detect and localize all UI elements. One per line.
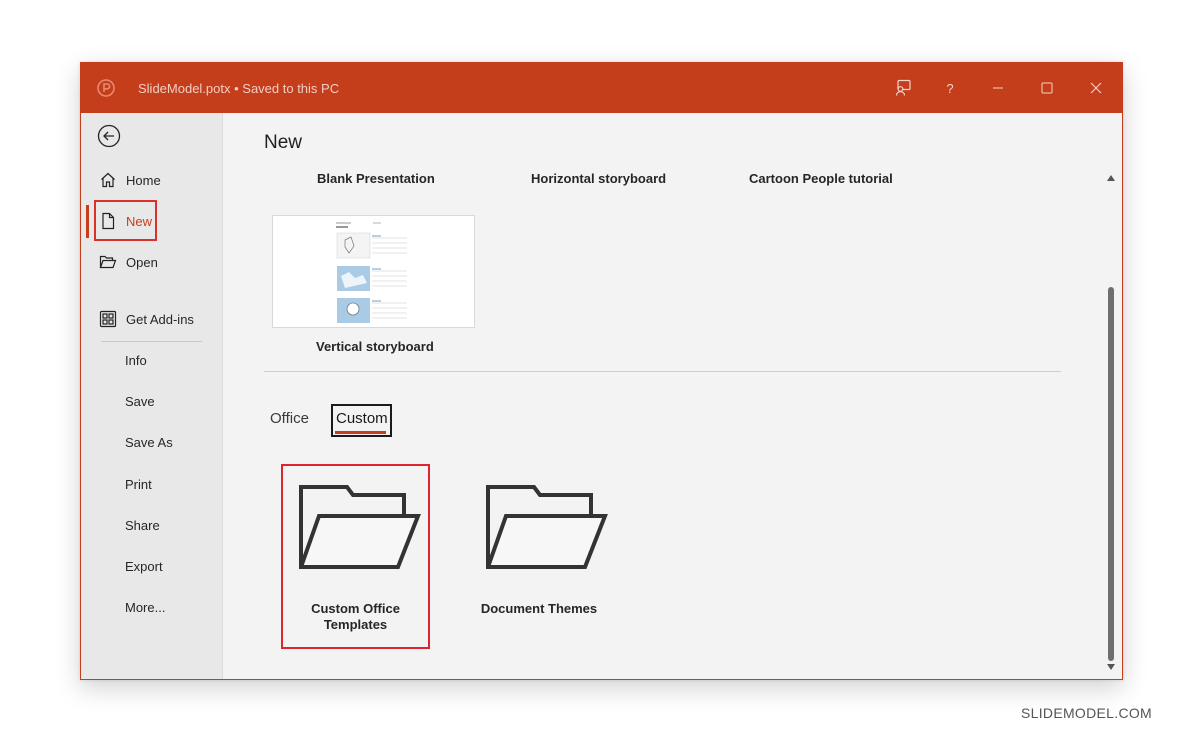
section-divider (264, 371, 1061, 372)
folder-label-document-themes: Document Themes (480, 601, 598, 616)
sidebar-item-more[interactable]: More... (125, 600, 165, 615)
template-vertical-storyboard-label[interactable]: Vertical storyboard (316, 339, 434, 354)
sidebar-item-home[interactable]: Home (99, 168, 161, 192)
backstage-main: New Blank Presentation Horizontal storyb… (223, 113, 1122, 679)
folder-label-custom-office-templates: Custom Office Templates (283, 601, 428, 633)
add-ins-grid-icon (99, 310, 117, 328)
folder-document-themes[interactable]: Document Themes (468, 464, 617, 649)
sidebar-item-label: Open (126, 254, 158, 270)
folder-open-icon (299, 485, 421, 569)
tab-office[interactable]: Office (270, 410, 309, 427)
folder-custom-office-templates[interactable]: Custom Office Templates (281, 464, 430, 649)
folder-open-icon (486, 485, 608, 569)
powerpoint-window: SlideModel.potx • Saved to this PC ? Hom… (80, 62, 1123, 680)
sidebar-item-label: Home (126, 172, 161, 188)
sidebar-item-get-add-ins[interactable]: Get Add-ins (99, 307, 194, 331)
close-icon[interactable] (1084, 76, 1108, 100)
sidebar-item-label: Get Add-ins (126, 311, 194, 327)
coauthor-icon[interactable] (891, 76, 915, 100)
help-button[interactable]: ? (938, 76, 962, 100)
scroll-up-icon[interactable] (1106, 174, 1116, 184)
sidebar-item-info[interactable]: Info (125, 353, 147, 368)
maximize-icon[interactable] (1035, 76, 1059, 100)
scroll-down-icon[interactable] (1106, 663, 1116, 673)
folder-label-line1: Custom Office (311, 601, 400, 616)
new-document-icon (99, 212, 117, 230)
backstage-sidebar: Home New Open Get Add-ins Info Save Save… (81, 113, 223, 679)
sidebar-item-open[interactable]: Open (99, 250, 158, 274)
minimize-icon[interactable] (986, 76, 1010, 100)
sidebar-item-label: New (126, 213, 153, 229)
active-indicator (86, 205, 89, 238)
tab-selected-underline (335, 431, 386, 434)
sidebar-divider (101, 341, 202, 342)
sidebar-item-save[interactable]: Save (125, 394, 155, 409)
powerpoint-logo-icon (97, 79, 115, 97)
sidebar-item-new[interactable]: New (99, 209, 152, 233)
sidebar-item-save-as[interactable]: Save As (125, 435, 173, 450)
scrollbar-thumb[interactable] (1108, 287, 1114, 661)
page-title: New (264, 132, 303, 153)
sidebar-item-print[interactable]: Print (125, 477, 152, 492)
template-cartoon-people-tutorial[interactable]: Cartoon People tutorial (749, 171, 893, 186)
open-folder-icon (99, 253, 117, 271)
vertical-scrollbar[interactable] (1106, 174, 1116, 673)
template-thumbnail-vertical-storyboard[interactable] (272, 215, 475, 328)
folder-label-line2: Templates (323, 617, 388, 632)
home-icon (99, 171, 117, 189)
template-horizontal-storyboard[interactable]: Horizontal storyboard (531, 171, 666, 186)
sidebar-item-share[interactable]: Share (125, 518, 160, 533)
template-blank-presentation[interactable]: Blank Presentation (317, 171, 435, 186)
sidebar-item-export[interactable]: Export (125, 559, 163, 574)
tab-custom[interactable]: Custom (336, 410, 388, 427)
watermark: SLIDEMODEL.COM (1021, 705, 1152, 721)
document-title: SlideModel.potx • Saved to this PC (138, 81, 340, 96)
title-bar: SlideModel.potx • Saved to this PC ? (81, 63, 1122, 113)
back-arrow-icon[interactable] (97, 124, 121, 148)
storyboard-preview-image (273, 216, 474, 327)
